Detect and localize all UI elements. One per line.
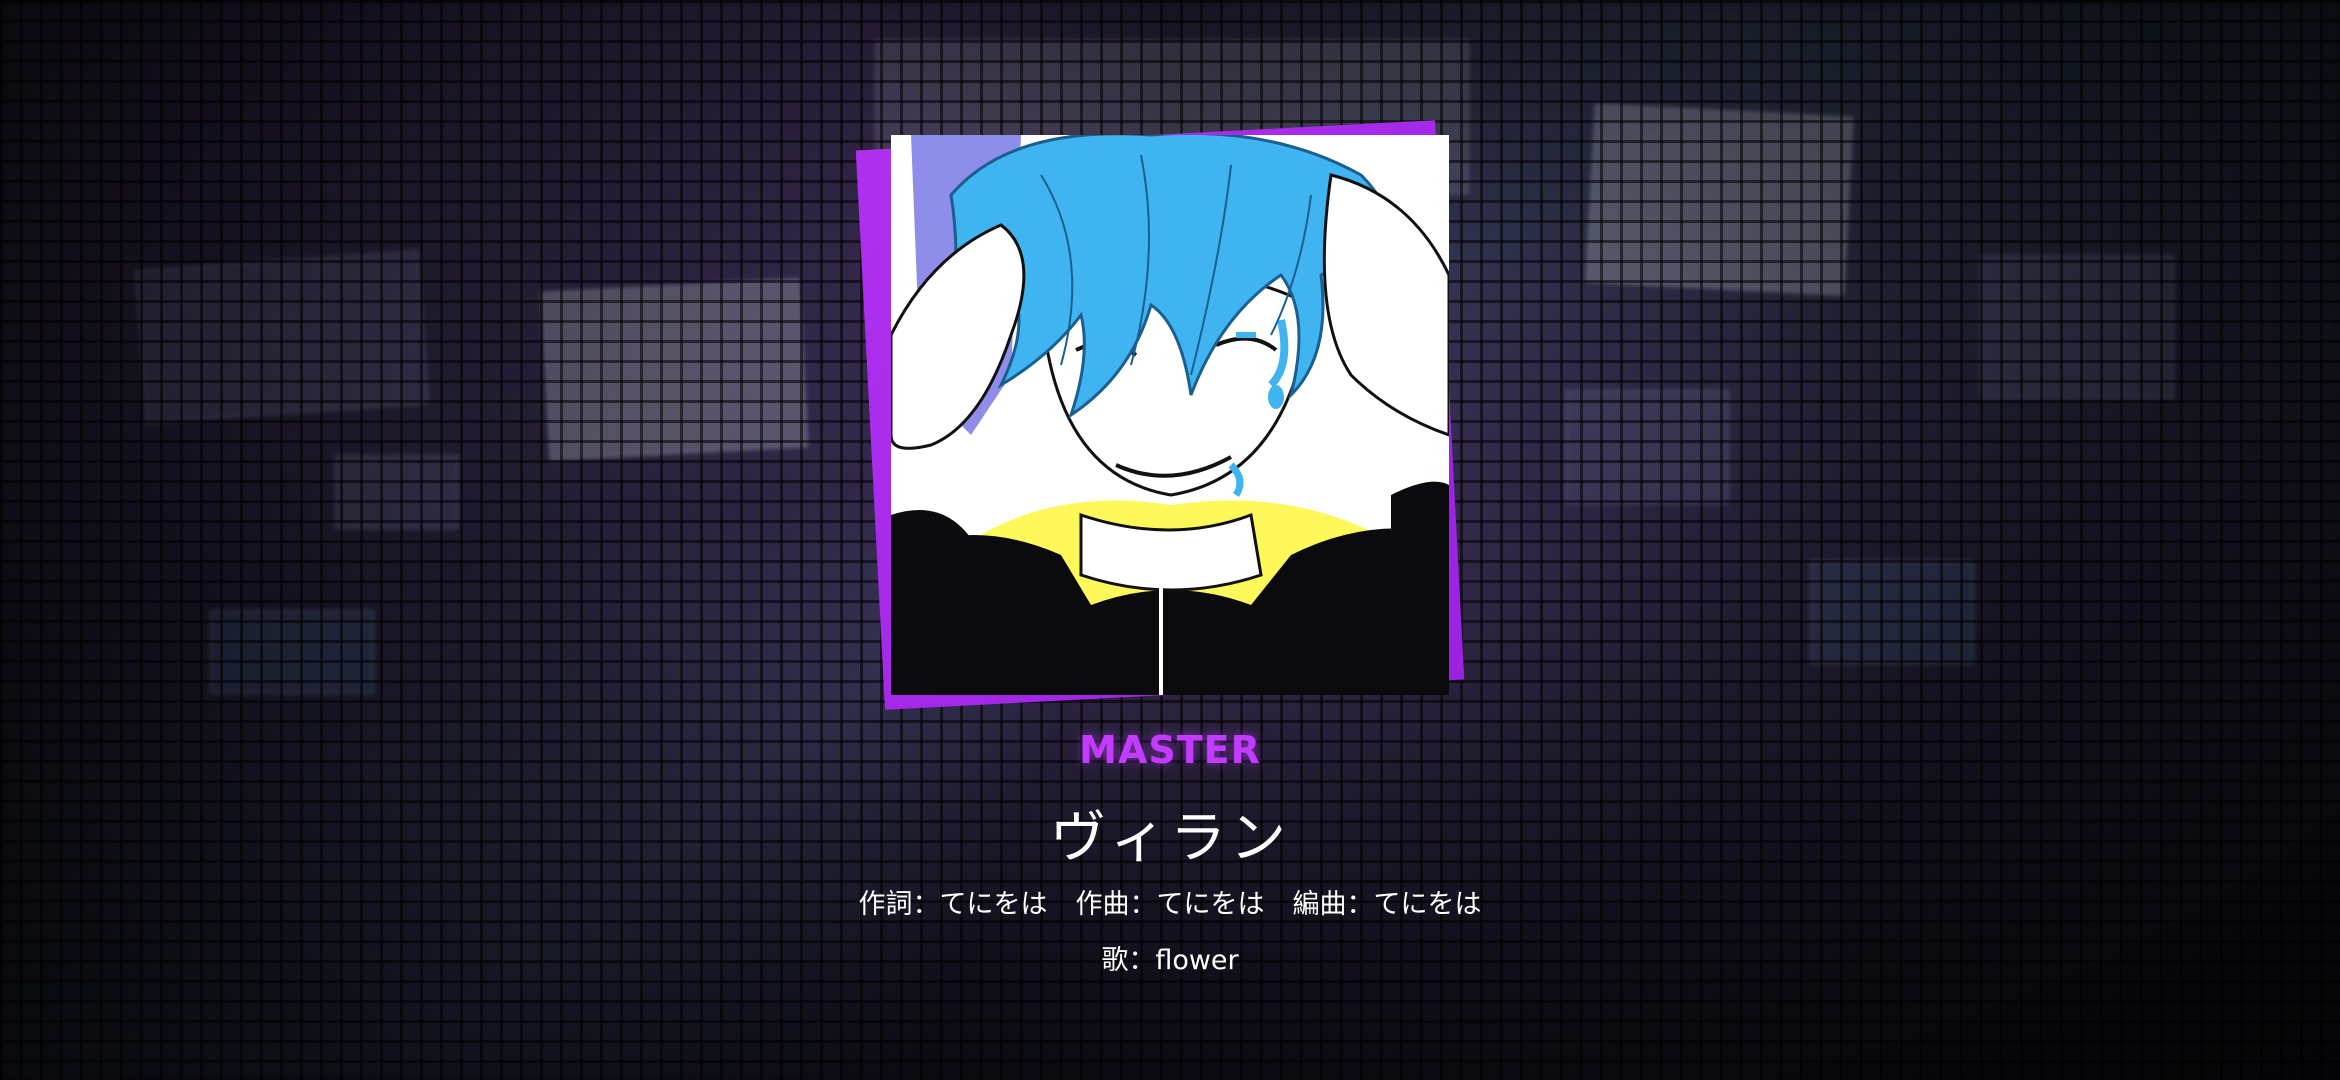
vocal-credit: 歌：flower: [1101, 945, 1239, 976]
background-panel: [1565, 390, 1729, 504]
composer-credit: 作曲：てにをは: [1075, 889, 1265, 920]
character-illustration: [891, 135, 1449, 695]
background-panel: [210, 610, 374, 694]
song-intro-screen: MASTER ヴィラン 作詞：てにをは 作曲：てにをは 編曲：てにをは 歌：flow…: [0, 0, 2340, 1080]
song-credits: 作詞：てにをは 作曲：てにをは 編曲：てにをは: [0, 882, 2340, 921]
song-title: ヴィラン: [1050, 806, 1290, 871]
arranger-credit: 編曲：てにをは: [1292, 889, 1482, 920]
background-panel: [1585, 103, 1854, 296]
background-panel: [335, 455, 459, 529]
background-panel: [540, 278, 809, 461]
album-jacket: [855, 115, 1470, 715]
background-panel: [134, 250, 430, 424]
difficulty-label: MASTER: [1079, 728, 1261, 772]
background-panel: [1810, 560, 1974, 664]
jacket-art: [891, 135, 1449, 695]
background-panel: [1980, 255, 2174, 399]
lyrics-credit: 作詞：てにをは: [858, 889, 1048, 920]
